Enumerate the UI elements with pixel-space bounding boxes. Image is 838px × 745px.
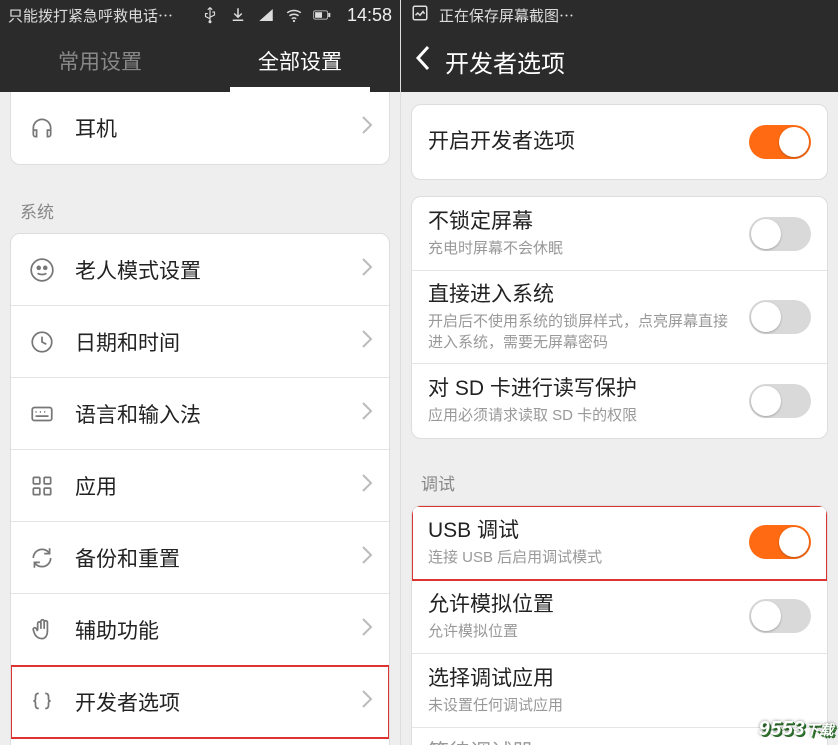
row-title: 开启开发者选项 (428, 128, 739, 155)
row-subtitle: 应用必须请求读取 SD 卡的权限 (428, 406, 739, 426)
row-skip-lock[interactable]: 直接进入系统 开启后不使用系统的锁屏样式，点亮屏幕直接进入系统，需要无屏幕密码 (412, 271, 827, 364)
chevron-right-icon (361, 545, 373, 571)
signal-icon (257, 6, 275, 24)
row-title: 等待调试器 (428, 739, 801, 745)
row-language-input[interactable]: 语言和输入法 (11, 378, 389, 450)
braces-icon (27, 687, 57, 717)
chevron-right-icon (361, 401, 373, 427)
toggle-enable-dev[interactable] (749, 125, 811, 159)
row-title: 对 SD 卡进行读写保护 (428, 375, 739, 402)
row-headphones[interactable]: 耳机 (11, 92, 389, 164)
row-sd-protect[interactable]: 对 SD 卡进行读写保护 应用必须请求读取 SD 卡的权限 (412, 364, 827, 438)
row-label: 备份和重置 (75, 543, 361, 573)
row-subtitle: 开启后不使用系统的锁屏样式，点亮屏幕直接进入系统，需要无屏幕密码 (428, 312, 739, 353)
row-developer-options[interactable]: 开发者选项 (11, 666, 389, 738)
status-bar-left: 只能拨打紧急呼救电话⋯ 14:58 (0, 0, 400, 30)
row-title: 不锁定屏幕 (428, 208, 739, 235)
tab-common-settings[interactable]: 常用设置 (0, 30, 200, 92)
chevron-right-icon (361, 115, 373, 141)
row-label: 应用 (75, 471, 361, 501)
card-system: 老人模式设置 日期和时间 语言和输入法 应用 (10, 233, 390, 745)
section-system-label: 系统 (0, 183, 400, 233)
row-subtitle: 未设置任何调试应用 (428, 696, 801, 716)
row-label: 开发者选项 (75, 687, 361, 717)
developer-header: 开发者选项 (401, 30, 838, 92)
chevron-right-icon (361, 329, 373, 355)
row-backup-reset[interactable]: 备份和重置 (11, 522, 389, 594)
row-title: 选择调试应用 (428, 665, 801, 692)
row-subtitle: 充电时屏幕不会休眠 (428, 239, 739, 259)
battery-icon (313, 6, 331, 24)
tab-all-settings[interactable]: 全部设置 (200, 30, 400, 92)
row-usb-debug[interactable]: USB 调试 连接 USB 后启用调试模式 (412, 506, 827, 580)
hand-icon (27, 615, 57, 645)
card-dev-debug: USB 调试 连接 USB 后启用调试模式 允许模拟位置 允许模拟位置 选择调试… (411, 505, 828, 745)
row-accessibility[interactable]: 辅助功能 (11, 594, 389, 666)
section-debug-label: 调试 (401, 455, 838, 505)
row-stay-awake[interactable]: 不锁定屏幕 充电时屏幕不会休眠 (412, 197, 827, 271)
headphones-icon (27, 113, 57, 143)
download-icon (229, 6, 247, 24)
header-title: 开发者选项 (445, 44, 565, 79)
toggle-usb-debug[interactable] (749, 525, 811, 559)
status-saving-text: 正在保存屏幕截图⋯ (439, 5, 574, 26)
row-title: 允许模拟位置 (428, 591, 739, 618)
elder-icon (27, 255, 57, 285)
settings-tabs: 常用设置 全部设置 (0, 30, 400, 92)
chevron-right-icon (361, 257, 373, 283)
usb-icon (201, 6, 219, 24)
row-title: 直接进入系统 (428, 281, 739, 308)
clock-icon (27, 327, 57, 357)
chevron-right-icon (361, 689, 373, 715)
card-dev-group1: 不锁定屏幕 充电时屏幕不会休眠 直接进入系统 开启后不使用系统的锁屏样式，点亮屏… (411, 196, 828, 439)
toggle-mock-location[interactable] (749, 599, 811, 633)
chevron-right-icon (361, 617, 373, 643)
status-bar-right: 正在保存屏幕截图⋯ (401, 0, 838, 30)
row-label: 语言和输入法 (75, 399, 361, 429)
row-enable-dev[interactable]: 开启开发者选项 (412, 105, 827, 179)
screenshot-icon (411, 4, 429, 26)
keyboard-icon (27, 399, 57, 429)
card-top: 耳机 (10, 92, 390, 165)
status-icons: 14:58 (201, 5, 392, 26)
toggle-stay-awake[interactable] (749, 217, 811, 251)
row-select-debug-app[interactable]: 选择调试应用 未设置任何调试应用 (412, 654, 827, 728)
wifi-icon (285, 6, 303, 24)
row-label: 老人模式设置 (75, 255, 361, 285)
toggle-skip-lock[interactable] (749, 300, 811, 334)
watermark-main: 9553 (759, 718, 806, 740)
watermark: 9553下载 (759, 718, 835, 741)
toggle-sd-protect[interactable] (749, 384, 811, 418)
row-label: 日期和时间 (75, 327, 361, 357)
row-elder-mode[interactable]: 老人模式设置 (11, 234, 389, 306)
back-button[interactable] (415, 45, 431, 78)
apps-icon (27, 471, 57, 501)
watermark-suffix: 下载 (805, 722, 834, 738)
status-time: 14:58 (347, 5, 392, 26)
row-about-phone[interactable]: 关于手机 (11, 738, 389, 745)
chevron-right-icon (361, 473, 373, 499)
row-title: USB 调试 (428, 517, 739, 544)
row-date-time[interactable]: 日期和时间 (11, 306, 389, 378)
refresh-icon (27, 543, 57, 573)
row-apps[interactable]: 应用 (11, 450, 389, 522)
row-label: 耳机 (75, 113, 361, 143)
row-mock-location[interactable]: 允许模拟位置 允许模拟位置 (412, 580, 827, 654)
card-dev-main: 开启开发者选项 (411, 104, 828, 180)
row-subtitle: 连接 USB 后启用调试模式 (428, 548, 739, 568)
row-label: 辅助功能 (75, 615, 361, 645)
status-network-text: 只能拨打紧急呼救电话⋯ (8, 5, 173, 26)
row-subtitle: 允许模拟位置 (428, 622, 739, 642)
